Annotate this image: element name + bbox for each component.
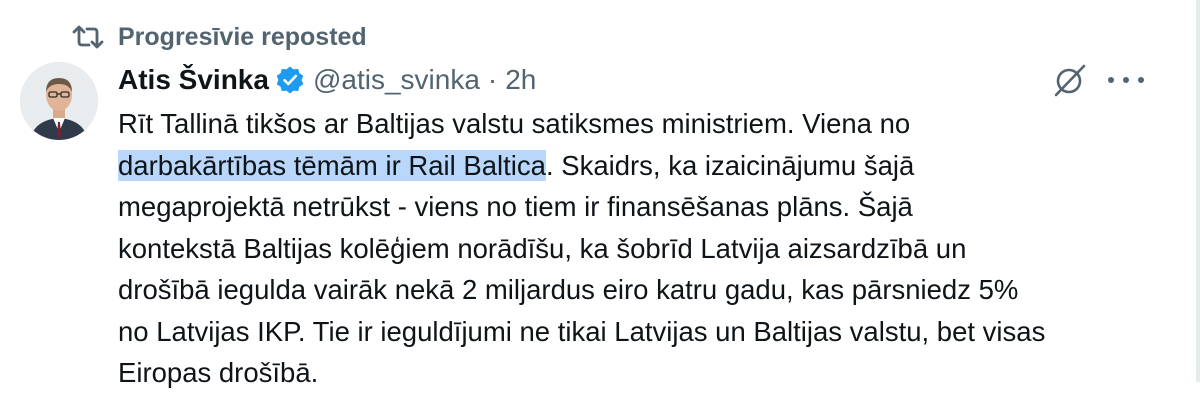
more-dot [1138, 77, 1144, 83]
separator-dot: · [487, 64, 498, 95]
text-selection-highlight: darbakārtības tēmām ir Rail Baltica [118, 149, 546, 181]
tweet-line: Rīt Tallinā tikšos ar Baltijas valstu sa… [118, 108, 911, 139]
tweet-line-rest: . Skaidrs, ka izaicinājumu šajā [545, 149, 915, 181]
repost-icon [72, 25, 104, 49]
more-dot [1108, 77, 1114, 83]
tweet-body: Rīt Tallinā tikšos ar Baltijas valstu sa… [118, 103, 1158, 394]
more-dot [1123, 77, 1129, 83]
tweet-line: darbakārtības tēmām ir Rail Baltica. Ska… [118, 145, 1158, 187]
tweet-line: drošībā iegulda vairāk nekā 2 miljardus … [118, 274, 1019, 305]
grok-icon[interactable] [1052, 62, 1088, 98]
author-name[interactable]: Atis Švinka [118, 64, 269, 96]
tweet-line: kontekstā Baltijas kolēģiem norādīšu, ka… [118, 232, 967, 264]
avatar-photo [20, 62, 98, 140]
repost-label: Progresīvie reposted [118, 22, 367, 51]
tweet-line: Eiropas drošībā. [118, 357, 319, 388]
author-handle[interactable]: @atis_svinka [313, 64, 480, 96]
timestamp[interactable]: 2h [505, 64, 536, 96]
window-edge [1196, 0, 1200, 382]
repost-context[interactable]: Progresīvie reposted [72, 22, 367, 52]
more-options-icon[interactable] [1108, 66, 1144, 94]
verified-badge-icon [276, 66, 304, 94]
tweet-line: megaprojektā netrūkst - viens no tiem ir… [118, 191, 913, 222]
tweet-header: Atis Švinka @atis_svinka · 2h [118, 60, 536, 100]
tweet-line: no Latvijas IKP. Tie ir ieguldījumi ne t… [118, 315, 1046, 347]
avatar[interactable] [20, 62, 98, 140]
